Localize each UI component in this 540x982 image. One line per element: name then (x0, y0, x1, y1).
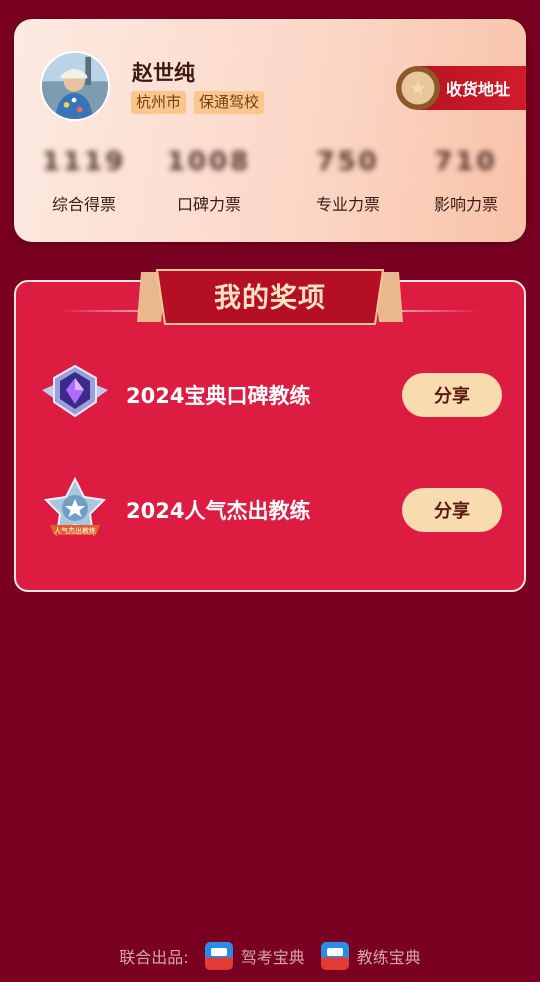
award-name: 2024宝典口碑教练 (126, 384, 311, 408)
share-button[interactable]: 分享 (402, 488, 502, 532)
shipping-address-label: 收货地址 (446, 80, 511, 99)
stat-reputation: 1008 口碑力票 (149, 147, 269, 215)
award-name: 2024人气杰出教练 (126, 499, 311, 523)
stat-label: 综合得票 (51, 195, 116, 214)
stat-value: 1119 (41, 147, 127, 177)
awards-title: 我的奖项 (214, 283, 326, 314)
awards-panel: 2024宝典口碑教练 分享 人气杰出教练 2024人气杰出教练 分享 (14, 280, 526, 592)
jiaolian-app-icon (320, 942, 349, 970)
avatar-photo (42, 53, 108, 119)
user-name: 赵世纯 (132, 61, 195, 85)
vote-stats: 1119 综合得票 1008 口碑力票 750 专业力票 710 影响力票 (14, 147, 526, 237)
share-button[interactable]: 分享 (402, 373, 502, 417)
stat-professional: 750 专业力票 (288, 147, 408, 215)
app-jiaolian[interactable]: 教练宝典 (320, 942, 421, 970)
city-tag: 杭州市 (131, 91, 187, 114)
divider (394, 310, 480, 312)
stat-label: 影响力票 (433, 195, 498, 214)
jiakao-app-icon (204, 942, 233, 970)
purple-gem-badge-icon (42, 364, 108, 418)
stat-value: 750 (316, 147, 380, 177)
star-badge-icon: ★ (396, 66, 440, 110)
stat-value: 710 (434, 147, 498, 177)
stat-influence: 710 影响力票 (406, 147, 526, 215)
divider (60, 310, 146, 312)
awards-title-banner: 我的奖项 (137, 268, 403, 326)
award-item: 2024宝典口碑教练 分享 (16, 360, 524, 430)
school-tag: 保通驾校 (194, 91, 265, 114)
app-name: 驾考宝典 (240, 948, 305, 967)
profile-card: 赵世纯 杭州市 保通驾校 ★ 收货地址 1119 综合得票 1008 口碑力票 … (14, 19, 526, 242)
footer-prefix: 联合出品: (119, 948, 189, 967)
app-name: 教练宝典 (356, 948, 421, 967)
avatar[interactable] (40, 51, 110, 121)
app-jiakao[interactable]: 驾考宝典 (204, 942, 305, 970)
footer: 联合出品: 驾考宝典 教练宝典 (0, 940, 540, 972)
stat-value: 1008 (166, 147, 252, 177)
medal-badge-text: 人气杰出教练 (54, 526, 96, 535)
award-item: 人气杰出教练 2024人气杰出教练 分享 (16, 475, 524, 545)
stat-overall: 1119 综合得票 (24, 147, 144, 215)
stat-label: 口碑力票 (176, 195, 241, 214)
shipping-address-button[interactable]: ★ 收货地址 (396, 66, 526, 110)
star-medal-icon: 人气杰出教练 (43, 476, 107, 536)
stat-label: 专业力票 (315, 195, 380, 214)
user-tags: 杭州市 保通驾校 (131, 91, 265, 114)
